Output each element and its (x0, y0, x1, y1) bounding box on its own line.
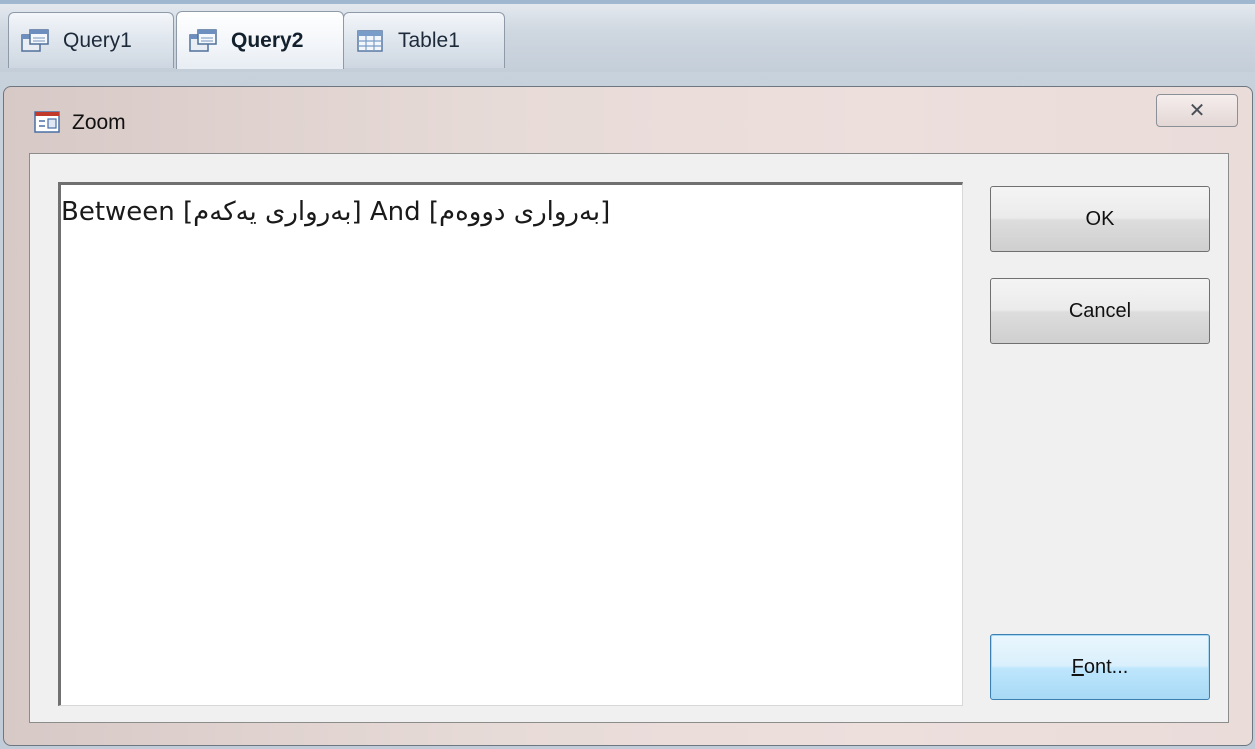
zoom-text-area[interactable]: Between [بەروارى يەكەم] And [بەروارى دوو… (58, 182, 963, 706)
tab-query2[interactable]: Query2 (176, 11, 344, 69)
font-button[interactable]: Font... (990, 634, 1210, 700)
font-label-rest: ont... (1083, 655, 1129, 678)
tab-table1[interactable]: Table1 (343, 12, 505, 68)
ok-button[interactable]: OK (990, 186, 1210, 252)
close-button[interactable]: ✕ (1156, 94, 1238, 127)
dialog-client-area: Between [بەروارى يەكەم] And [بەروارى دوو… (29, 153, 1229, 723)
dialog-title: Zoom (72, 111, 126, 134)
cancel-button[interactable]: Cancel (990, 278, 1210, 344)
access-window: Query1 Query2 Table1 Zoom ✕ Between [بەر… (0, 0, 1255, 749)
tab-label: Query2 (231, 28, 304, 52)
tab-query1[interactable]: Query1 (8, 12, 174, 68)
table-icon (356, 29, 384, 53)
ok-button-label: OK (1085, 207, 1115, 230)
query-icon (21, 28, 49, 53)
form-icon (34, 111, 60, 133)
close-icon: ✕ (1188, 100, 1206, 122)
tab-label: Table1 (398, 28, 460, 52)
cancel-button-label: Cancel (1068, 299, 1132, 322)
tab-label: Query1 (63, 28, 132, 52)
dialog-titlebar[interactable]: Zoom ✕ (4, 87, 1252, 153)
zoom-dialog: Zoom ✕ Between [بەروارى يەكەم] And [بەرو… (3, 86, 1253, 746)
font-button-label: Font... (1072, 656, 1129, 679)
document-tab-strip: Query1 Query2 Table1 (0, 0, 1255, 72)
query-icon (189, 28, 217, 53)
font-accelerator: F (1071, 655, 1084, 678)
expression-text: Between [بەروارى يەكەم] And [بەروارى دوو… (61, 197, 611, 227)
